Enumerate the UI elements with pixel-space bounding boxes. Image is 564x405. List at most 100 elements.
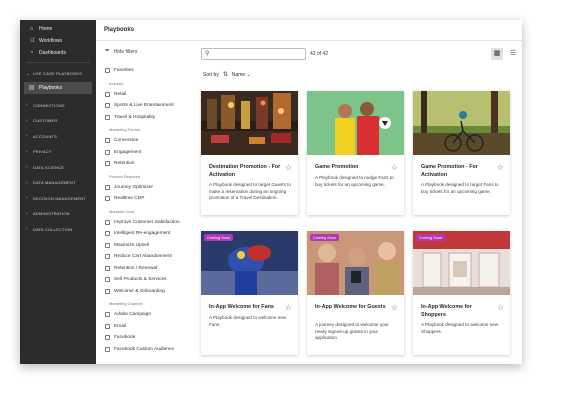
page-title: Playbooks: [104, 27, 135, 33]
filter-label: Welcome & Onboarding: [114, 288, 165, 294]
checkbox[interactable]: [105, 277, 110, 283]
checkbox[interactable]: [105, 254, 110, 260]
filter-option[interactable]: Welcome & Onboarding: [105, 286, 205, 298]
filter-option[interactable]: Maximize Upsell: [105, 240, 205, 252]
sidebar-section-decision-management[interactable]: › DECISION MANAGEMENT: [20, 191, 96, 207]
sidebar-section-customer[interactable]: › CUSTOMER: [20, 113, 96, 129]
filter-option[interactable]: Email: [105, 321, 205, 333]
list-view-button[interactable]: ☰: [507, 48, 519, 60]
sidebar-item-workflows[interactable]: ⤨ Workflows: [20, 35, 96, 47]
sidebar-section-data-science[interactable]: › DATA SCIENCE: [20, 160, 96, 176]
sidebar-item-label: Workflows: [39, 38, 62, 44]
filter-group-title: Product Required: [109, 173, 141, 179]
checkbox[interactable]: [105, 184, 110, 190]
card-title: In-App Welcome for Shoppers: [421, 304, 472, 318]
filter-group-title: Industry: [109, 80, 124, 86]
filter-option[interactable]: Realtime CDP: [105, 193, 205, 205]
filter-option[interactable]: Retention / Renewal: [105, 263, 205, 275]
dashboard-icon: ◔: [29, 50, 34, 56]
sidebar-item-dashboards[interactable]: ◔ Dashboards: [20, 47, 96, 59]
filter-label: Retention: [114, 161, 135, 167]
filter-option[interactable]: Adobe Campaign: [105, 309, 205, 321]
favorite-star-icon[interactable]: ☆: [285, 163, 292, 172]
card-description: A Playbook designed to welcome new Fans.: [209, 315, 287, 327]
checkbox[interactable]: [105, 219, 110, 225]
sort-field-dropdown[interactable]: Name ⌄: [232, 72, 251, 78]
playbook-card-destination-promotion[interactable]: Destination Promotion - For Activation ☆…: [201, 91, 298, 215]
filter-favorites[interactable]: Favorites: [105, 65, 205, 77]
sidebar: ⌂ Home ⤨ Workflows ◔ Dashboards ⌄ USE CASE P…: [20, 20, 96, 364]
playbook-card-game-promotion-activation[interactable]: Game Promotion - For Activation ☆ A Play…: [413, 91, 510, 215]
card-title: In-App Welcome for Guests: [315, 304, 386, 310]
filter-option[interactable]: Conversion: [105, 135, 205, 147]
toolbar: ⚲ 42 of 42 ▦ ☰: [201, 48, 522, 62]
sidebar-section-data-collection[interactable]: › DATA COLLECTION: [20, 222, 96, 238]
playbook-card-game-promotion[interactable]: Game Promotion ☆ A Playbook designed to …: [307, 91, 404, 215]
checkbox[interactable]: [105, 231, 110, 237]
checkbox[interactable]: [105, 149, 110, 155]
filter-option[interactable]: Improve Customer Satisfaction: [105, 217, 205, 229]
sidebar-section-use-case-playbooks[interactable]: ⌄ USE CASE PLAYBOOKS: [20, 66, 96, 82]
sidebar-item-label: Dashboards: [39, 50, 66, 56]
checkbox[interactable]: [105, 346, 110, 352]
card-thumbnail: [201, 91, 298, 155]
grid-view-button[interactable]: ▦: [491, 48, 503, 60]
filter-option[interactable]: Travel & Hospitality: [105, 112, 205, 124]
filter-option[interactable]: Sports & Live Entertainment: [105, 100, 205, 112]
sidebar-item-label: Home: [39, 26, 53, 32]
sidebar-divider: [26, 62, 90, 63]
card-thumbnail: Coming Soon: [413, 231, 510, 295]
card-title: Destination Promotion - For Activation: [209, 164, 281, 178]
checkbox[interactable]: [105, 323, 110, 329]
checkbox[interactable]: [105, 91, 110, 97]
sidebar-section-administration[interactable]: › ADMINISTRATION: [20, 206, 96, 222]
checkbox[interactable]: [105, 103, 110, 109]
checkbox[interactable]: [105, 312, 110, 318]
filter-group-title: Marketing Funnel: [109, 127, 140, 132]
favorite-star-icon[interactable]: ☆: [497, 303, 504, 312]
hide-filters-button[interactable]: ⏷ Hide filters: [105, 48, 205, 55]
card-description: A Playbook designed to welcome new Shopp…: [421, 322, 499, 334]
checkbox[interactable]: [105, 161, 110, 167]
filter-option[interactable]: Engagement: [105, 147, 205, 159]
filter-option[interactable]: Retention: [105, 158, 205, 170]
checkbox[interactable]: [105, 114, 110, 120]
filter-label: Retention / Renewal: [114, 265, 158, 271]
playbook-card-in-app-welcome-fans[interactable]: Coming Soon In-App Welcome for Fans ☆ A …: [201, 231, 298, 355]
sidebar-section-privacy[interactable]: › PRIVACY: [20, 144, 96, 160]
filter-option[interactable]: Facebook Custom Audience: [105, 344, 205, 356]
search-input[interactable]: ⚲: [201, 48, 306, 60]
favorite-star-icon[interactable]: ☆: [497, 163, 504, 172]
sidebar-section-label: ACCOUNTS: [33, 133, 58, 139]
filter-option[interactable]: Reduce Cart Abandonment: [105, 251, 205, 263]
checkbox[interactable]: [105, 288, 110, 294]
sidebar-item-home[interactable]: ⌂ Home: [20, 23, 96, 35]
filter-option[interactable]: Journey Optimizer: [105, 182, 205, 194]
coming-soon-badge: Coming Soon: [204, 234, 234, 241]
sort-direction-icon[interactable]: ⇅: [223, 71, 228, 78]
playbook-card-in-app-welcome-guests[interactable]: Coming Soon In-App Welcome for Guests ☆ …: [307, 231, 404, 355]
sidebar-section-data-management[interactable]: › DATA MANAGEMENT: [20, 175, 96, 191]
checkbox[interactable]: [105, 196, 110, 202]
sidebar-item-playbooks[interactable]: ▤ Playbooks: [24, 81, 92, 94]
filter-option[interactable]: Retail: [105, 89, 205, 101]
playbook-card-in-app-welcome-shoppers[interactable]: Coming Soon In-App Welcome for Shoppers …: [413, 231, 510, 355]
filter-option[interactable]: Facebook: [105, 332, 205, 344]
checkbox[interactable]: [105, 242, 110, 248]
result-count: 42 of 42: [310, 51, 329, 57]
card-thumbnail: [413, 91, 510, 155]
card-description: A Playbook designed to nudge Fans to buy…: [315, 175, 394, 187]
checkbox[interactable]: [105, 335, 110, 341]
filter-option[interactable]: Intelligent Re-engagement: [105, 228, 205, 240]
favorite-star-icon[interactable]: ☆: [285, 303, 292, 312]
sidebar-section-connections[interactable]: › CONNECTIONS: [20, 98, 96, 114]
sidebar-section-label: CUSTOMER: [33, 118, 58, 124]
checkbox[interactable]: [105, 138, 110, 144]
filter-option[interactable]: Sell Products & Services: [105, 274, 205, 286]
favorite-star-icon[interactable]: ☆: [391, 163, 398, 172]
chevron-right-icon: ›: [26, 148, 28, 155]
favorite-star-icon[interactable]: ☆: [391, 303, 398, 312]
checkbox[interactable]: [105, 68, 110, 74]
sidebar-section-accounts[interactable]: › ACCOUNTS: [20, 129, 96, 145]
checkbox[interactable]: [105, 265, 110, 271]
